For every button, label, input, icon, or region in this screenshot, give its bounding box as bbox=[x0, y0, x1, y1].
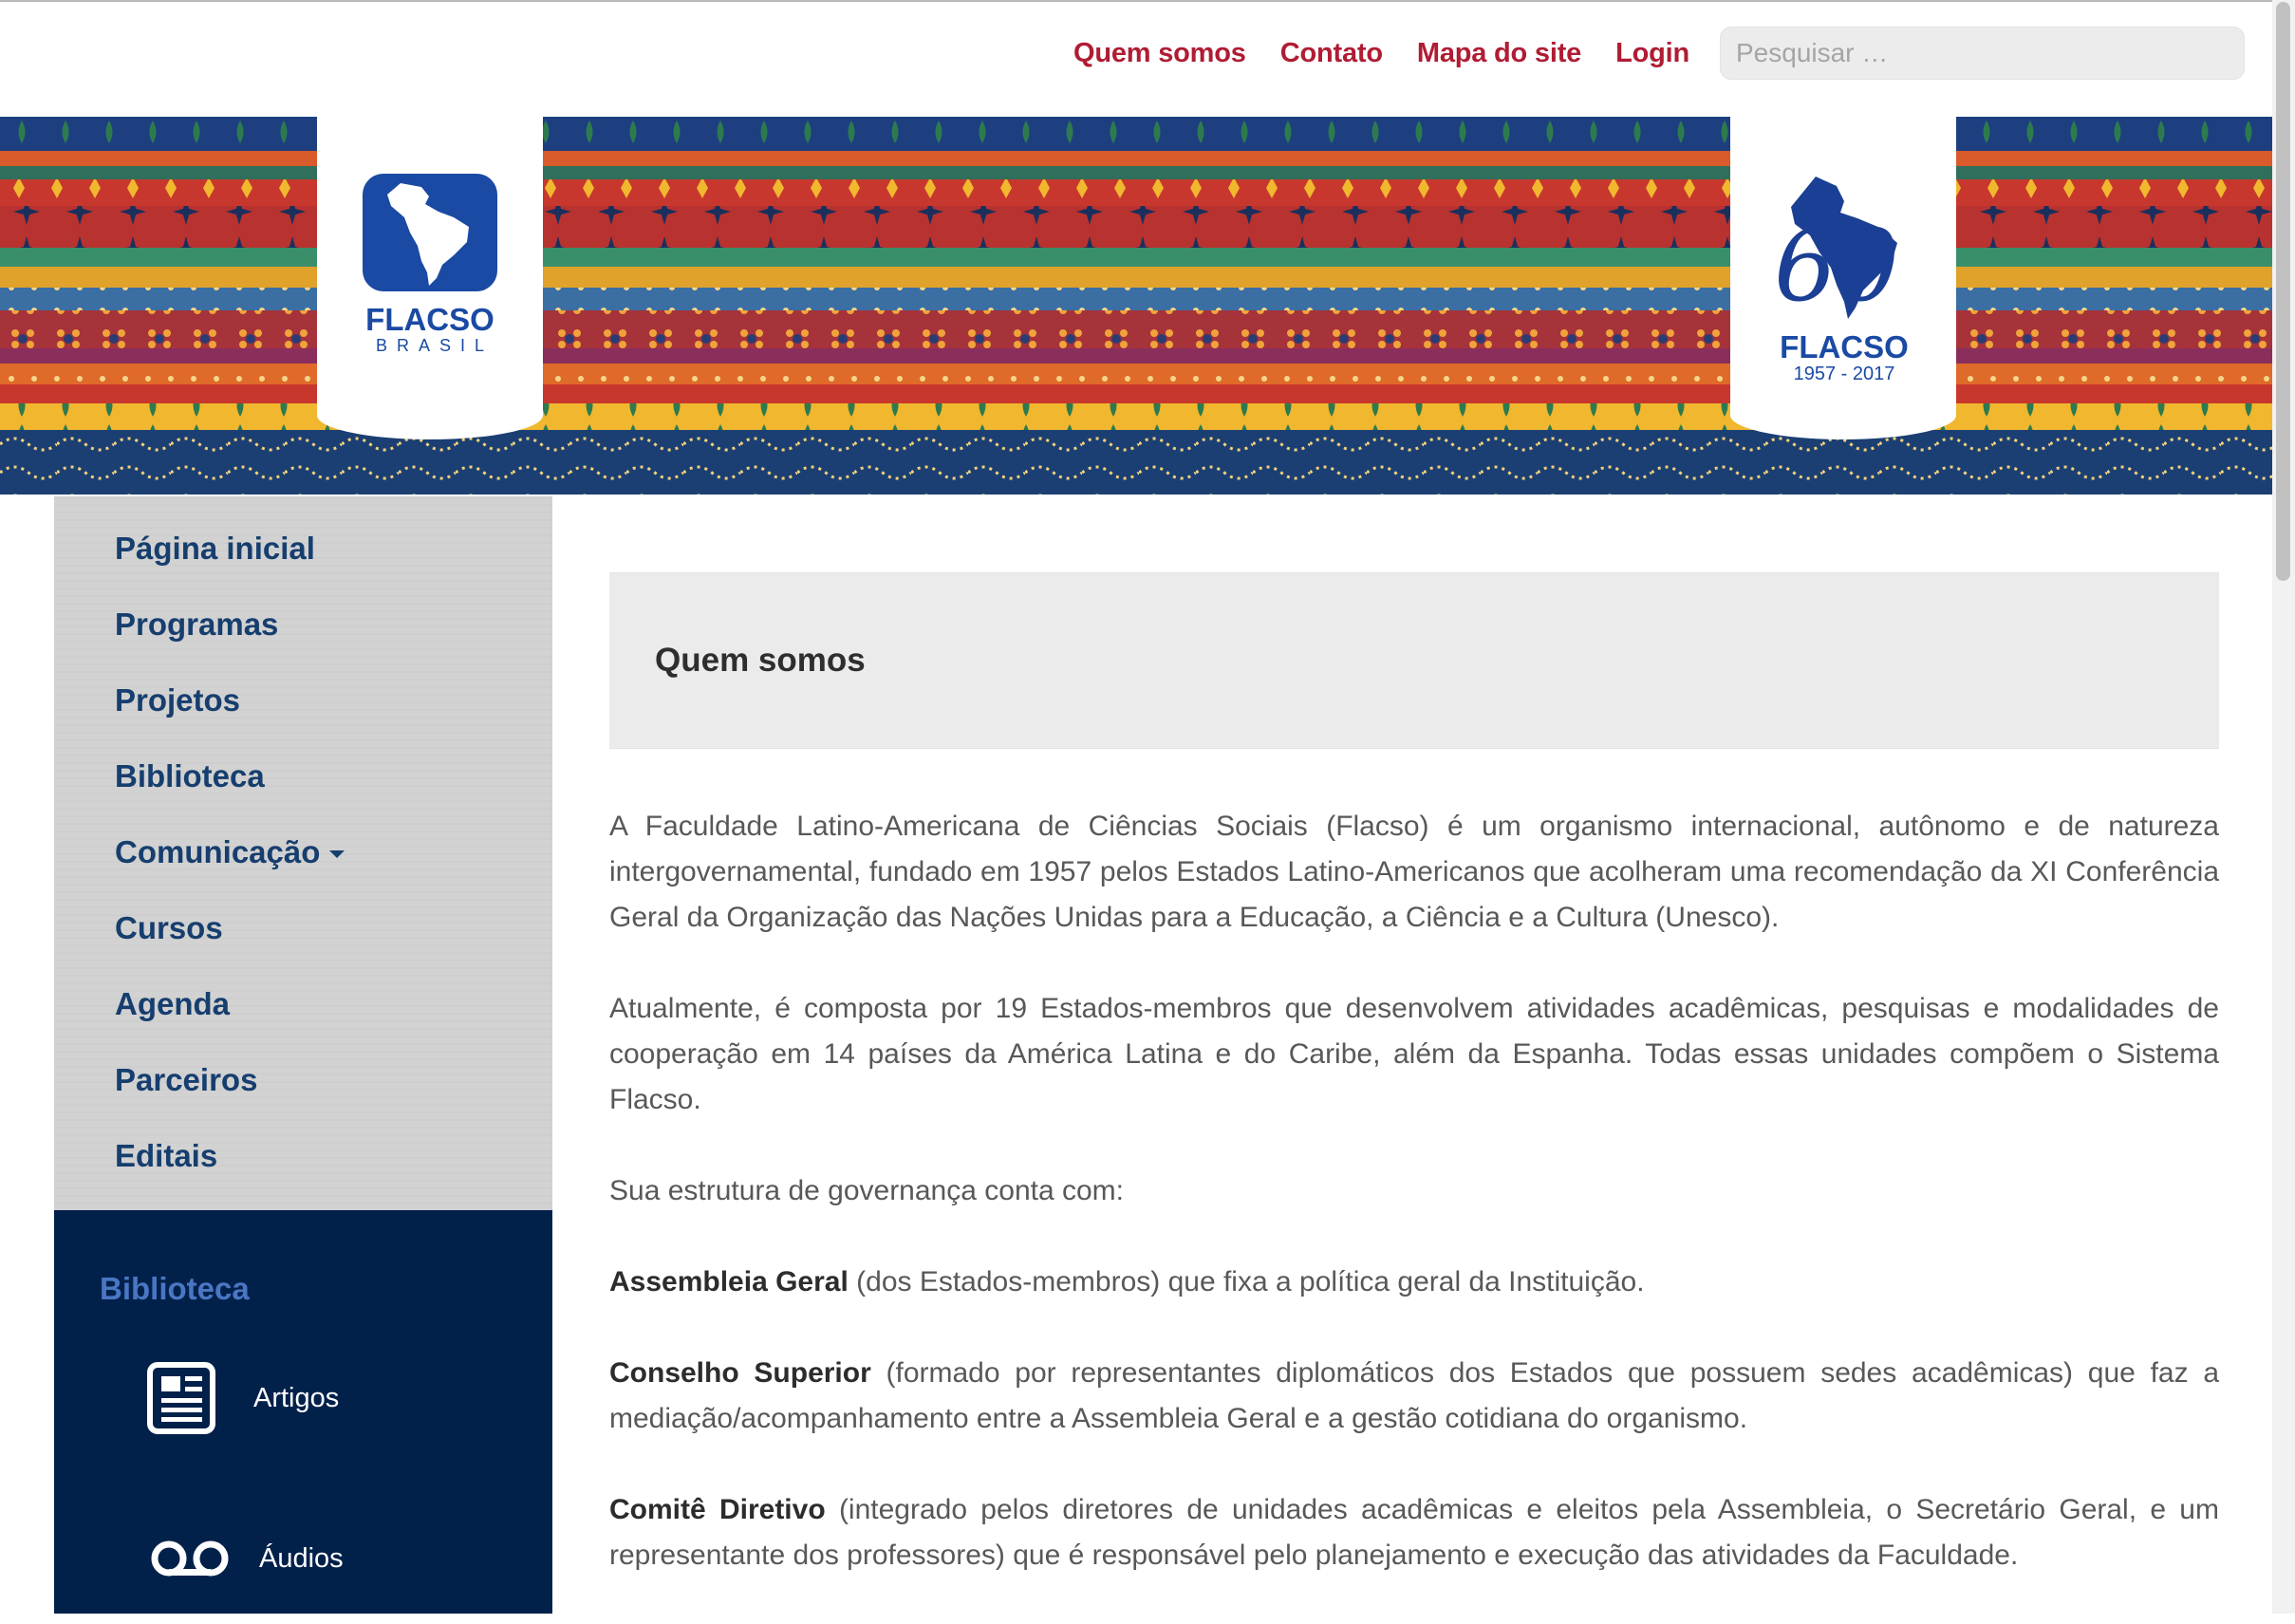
biblioteca-panel-title[interactable]: Biblioteca bbox=[100, 1271, 250, 1307]
page-title-box: Quem somos bbox=[609, 572, 2219, 749]
sidebar-item-comunicacao-label: Comunicação bbox=[115, 834, 321, 869]
newspaper-icon bbox=[147, 1362, 215, 1434]
voicemail-icon bbox=[151, 1540, 229, 1577]
page-scrollbar[interactable] bbox=[2272, 0, 2295, 1614]
flacso-60-logo-tab[interactable]: 60 FLACSO 1957 - 2017 bbox=[1730, 117, 1956, 439]
panel-item-audios-label: Áudios bbox=[259, 1542, 344, 1574]
latin-america-map-icon bbox=[363, 174, 497, 291]
governance-item-comite-title: Comitê Diretivo bbox=[609, 1494, 826, 1525]
top-nav: Quem somos Contato Mapa do site Login bbox=[1073, 32, 1724, 74]
sidebar-item-biblioteca[interactable]: Biblioteca bbox=[115, 758, 265, 794]
topnav-login-link[interactable]: Login bbox=[1615, 38, 1689, 69]
sidebar-item-programas[interactable]: Programas bbox=[115, 607, 278, 643]
flacso-60-anniversary-logo: 60 FLACSO 1957 - 2017 bbox=[1749, 169, 1939, 385]
article-body: A Faculdade Latino-Americana de Ciências… bbox=[609, 804, 2219, 1578]
sidebar-menu: Página inicial Programas Projetos Biblio… bbox=[54, 496, 552, 1210]
flacso-brasil-logo: FLACSO BRASIL bbox=[349, 174, 511, 356]
panel-item-audios[interactable]: Áudios bbox=[149, 1538, 344, 1579]
main-content: Quem somos A Faculdade Latino-Americana … bbox=[609, 572, 2219, 1624]
caret-down-icon bbox=[329, 850, 345, 859]
svg-text:60: 60 bbox=[1774, 208, 1899, 324]
sidebar-item-pagina-inicial[interactable]: Página inicial bbox=[115, 531, 315, 567]
paragraph-governance-intro: Sua estrutura de governança conta com: bbox=[609, 1175, 1124, 1206]
left-logo-sub: BRASIL bbox=[375, 336, 494, 355]
governance-item-comite-text: (integrado pelos diretores de unidades a… bbox=[609, 1494, 2219, 1571]
biblioteca-panel: Biblioteca Artigos Áudios bbox=[54, 1210, 552, 1614]
topnav-mapa-do-site-link[interactable]: Mapa do site bbox=[1417, 38, 1581, 69]
governance-item-comite: Comitê Diretivo (integrado pelos diretor… bbox=[609, 1487, 2219, 1578]
topnav-contato-link[interactable]: Contato bbox=[1280, 38, 1383, 69]
right-logo-years: 1957 - 2017 bbox=[1793, 364, 1895, 384]
governance-item-conselho-title: Conselho Superior bbox=[609, 1357, 871, 1389]
governance-item-assembleia: Assembleia Geral (dos Estados-membros) q… bbox=[609, 1260, 2219, 1305]
topnav-quem-somos-link[interactable]: Quem somos bbox=[1073, 38, 1246, 69]
governance-item-conselho: Conselho Superior (formado por represent… bbox=[609, 1351, 2219, 1442]
header-banner: FLACSO BRASIL 60 FLACSO 1957 - 2017 bbox=[0, 117, 2272, 495]
page-title: Quem somos bbox=[655, 642, 866, 679]
paragraph-intro: A Faculdade Latino-Americana de Ciências… bbox=[609, 811, 2219, 933]
left-logo-name: FLACSO bbox=[365, 302, 494, 337]
sidebar-item-cursos[interactable]: Cursos bbox=[115, 910, 223, 946]
governance-item-assembleia-title: Assembleia Geral bbox=[609, 1266, 849, 1297]
search-input[interactable] bbox=[1720, 27, 2245, 80]
panel-item-artigos-label: Artigos bbox=[253, 1382, 340, 1413]
paragraph-members: Atualmente, é composta por 19 Estados-me… bbox=[609, 993, 2219, 1115]
sidebar-item-parceiros[interactable]: Parceiros bbox=[115, 1062, 257, 1098]
top-border bbox=[0, 0, 2272, 2]
sidebar-item-agenda[interactable]: Agenda bbox=[115, 986, 230, 1022]
panel-item-artigos[interactable]: Artigos bbox=[147, 1362, 339, 1434]
sidebar: Página inicial Programas Projetos Biblio… bbox=[54, 496, 552, 1614]
sidebar-item-projetos[interactable]: Projetos bbox=[115, 682, 240, 719]
governance-item-assembleia-text: (dos Estados-membros) que fixa a polític… bbox=[848, 1266, 1645, 1297]
anniversary-60-map-icon: 60 bbox=[1774, 177, 1899, 324]
sidebar-item-editais[interactable]: Editais bbox=[115, 1138, 217, 1174]
sidebar-item-comunicacao[interactable]: Comunicação bbox=[115, 834, 345, 870]
flacso-brasil-logo-tab[interactable]: FLACSO BRASIL bbox=[317, 117, 543, 439]
right-logo-name: FLACSO bbox=[1780, 329, 1909, 364]
scrollbar-thumb[interactable] bbox=[2276, 2, 2290, 581]
